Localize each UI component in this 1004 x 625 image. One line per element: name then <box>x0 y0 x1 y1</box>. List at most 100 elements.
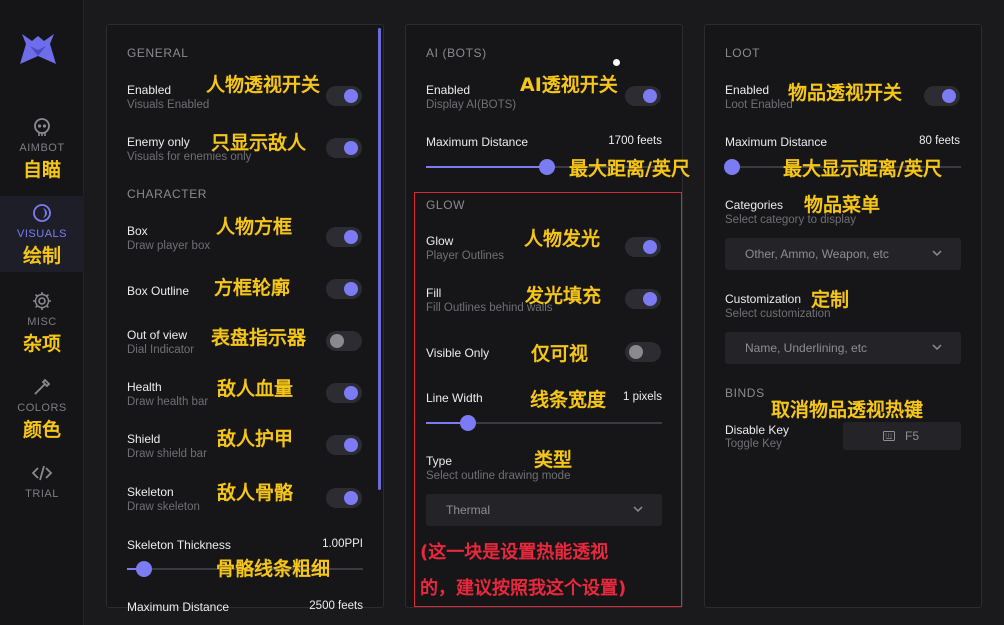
annotation: 物品菜单 <box>804 194 881 216</box>
nav-annotation: 杂项 <box>22 333 61 355</box>
nav-label: COLORS <box>17 402 67 414</box>
nav-trial[interactable]: TRIAL <box>0 462 84 512</box>
disable-key-value: F5 <box>905 429 920 443</box>
skeleton-toggle[interactable] <box>326 488 362 508</box>
disable-key-label: Disable Key <box>725 423 790 437</box>
loot-max-distance-label: Maximum Distance <box>725 135 828 149</box>
nav-label: MISC <box>27 316 57 328</box>
wolf-logo-icon <box>20 34 56 64</box>
loot-enabled-toggle[interactable] <box>924 86 960 106</box>
out-of-view-label: Out of view <box>127 328 188 342</box>
health-label: Health <box>127 380 162 394</box>
annotation: 敌人护甲 <box>217 428 294 450</box>
disable-key-button[interactable]: F5 <box>843 422 961 450</box>
box-outline-toggle[interactable] <box>326 279 362 299</box>
shield-toggle[interactable] <box>326 435 362 455</box>
annotation: 表盘指示器 <box>211 327 307 349</box>
annotation: 敌人血量 <box>217 378 294 400</box>
visuals-general-panel <box>106 24 384 608</box>
annotation: 发光填充 <box>525 285 602 307</box>
ai-enabled-sub: Display AI(BOTS) <box>426 99 517 111</box>
slider-thumb[interactable] <box>539 159 555 175</box>
enemy-only-toggle[interactable] <box>326 138 362 158</box>
box-label: Box <box>127 224 148 238</box>
annotation: 人物方框 <box>216 216 293 238</box>
annotation: 最大距离/英尺 <box>569 158 690 180</box>
ai-enabled-toggle[interactable] <box>625 86 661 106</box>
visuals-enabled-toggle[interactable] <box>326 86 362 106</box>
chevron-down-icon <box>932 344 942 351</box>
section-loot-title: LOOT <box>725 46 761 60</box>
loot-enabled-sub: Loot Enabled <box>725 99 793 111</box>
visible-only-label: Visible Only <box>426 346 490 360</box>
enabled-sub: Visuals Enabled <box>127 99 210 111</box>
enabled-label: Enabled <box>127 83 172 97</box>
glow-sub: Player Outlines <box>426 250 504 262</box>
box-outline-label: Box Outline <box>127 284 190 298</box>
nav-label: VISUALS <box>17 228 67 240</box>
fill-label: Fill <box>426 286 442 300</box>
skeleton-sub: Draw skeleton <box>127 501 200 513</box>
annotation: 最大显示距离/英尺 <box>783 158 942 180</box>
line-width-label: Line Width <box>426 391 483 405</box>
nav-colors[interactable]: COLORS 颜色 <box>0 376 84 446</box>
type-selected-value: Thermal <box>446 503 491 517</box>
nav-label: AIMBOT <box>19 142 65 154</box>
categories-label: Categories <box>725 198 784 212</box>
annotation: 敌人骨骼 <box>217 482 294 504</box>
health-sub: Draw health bar <box>127 396 209 408</box>
shield-sub: Draw shield bar <box>127 448 207 460</box>
disable-key-sub: Toggle Key <box>725 438 782 450</box>
out-of-view-toggle[interactable] <box>326 331 362 351</box>
categories-select[interactable]: Other, Ammo, Weapon, etc <box>725 238 961 270</box>
annotation: 仅可视 <box>531 343 589 365</box>
slider-thumb[interactable] <box>724 159 741 175</box>
skeleton-thickness-label: Skeleton Thickness <box>127 538 231 552</box>
nav-misc[interactable]: MISC 杂项 <box>0 290 84 360</box>
categories-selected-value: Other, Ammo, Weapon, etc <box>745 247 889 261</box>
nav-visuals[interactable]: VISUALS 绘制 <box>0 196 84 272</box>
section-character-title: CHARACTER <box>127 187 208 201</box>
code-icon <box>31 465 53 481</box>
section-glow-title: GLOW <box>426 198 466 212</box>
keyboard-icon <box>883 431 895 441</box>
sidebar: AIMBOT 自瞄 VISUALS 绘制 MISC 杂项 COLORS 颜色 T… <box>0 0 84 625</box>
annotation: 类型 <box>534 449 573 471</box>
glow-note-line2: 的，建议按照我这个设置) <box>420 578 627 599</box>
annotation: 方框轮廓 <box>214 277 291 299</box>
fill-toggle[interactable] <box>625 289 661 309</box>
eyedropper-icon <box>34 378 51 395</box>
nav-annotation: 自瞄 <box>22 159 61 181</box>
glow-toggle[interactable] <box>625 237 661 257</box>
loot-max-distance-value: 80 feets <box>919 135 960 147</box>
ai-enabled-label: Enabled <box>426 83 471 97</box>
annotation: 人物发光 <box>524 228 601 250</box>
max-distance-label: Maximum Distance <box>127 600 230 614</box>
slider-thumb[interactable] <box>135 561 152 577</box>
line-width-slider[interactable] <box>426 415 662 431</box>
ai-max-distance-value: 1700 feets <box>608 135 662 147</box>
scrollbar[interactable] <box>378 28 381 490</box>
chevron-down-icon <box>633 506 643 513</box>
type-select[interactable]: Thermal <box>426 494 662 526</box>
gear-icon <box>33 292 51 310</box>
visible-only-toggle[interactable] <box>625 342 661 362</box>
out-of-view-sub: Dial Indicator <box>127 344 195 356</box>
health-toggle[interactable] <box>326 383 362 403</box>
ai-max-distance-label: Maximum Distance <box>426 135 529 149</box>
annotation: 骨骼线条粗细 <box>216 558 331 580</box>
chevron-down-icon <box>932 250 942 257</box>
shield-label: Shield <box>127 432 161 446</box>
customization-label: Customization <box>725 292 802 306</box>
customization-select[interactable]: Name, Underlining, etc <box>725 332 961 364</box>
glow-note-line1: (这一块是设置热能透视 <box>420 542 609 563</box>
section-ai-title: AI (BOTS) <box>426 46 487 60</box>
section-binds-title: BINDS <box>725 386 765 400</box>
box-toggle[interactable] <box>326 227 362 247</box>
eye-icon <box>33 204 51 222</box>
nav-aimbot[interactable]: AIMBOT 自瞄 <box>0 116 84 192</box>
loot-enabled-label: Enabled <box>725 83 770 97</box>
annotation: 只显示敌人 <box>211 132 307 154</box>
section-general-title: GENERAL <box>127 46 189 60</box>
annotation: AI透视开关 <box>520 74 618 96</box>
